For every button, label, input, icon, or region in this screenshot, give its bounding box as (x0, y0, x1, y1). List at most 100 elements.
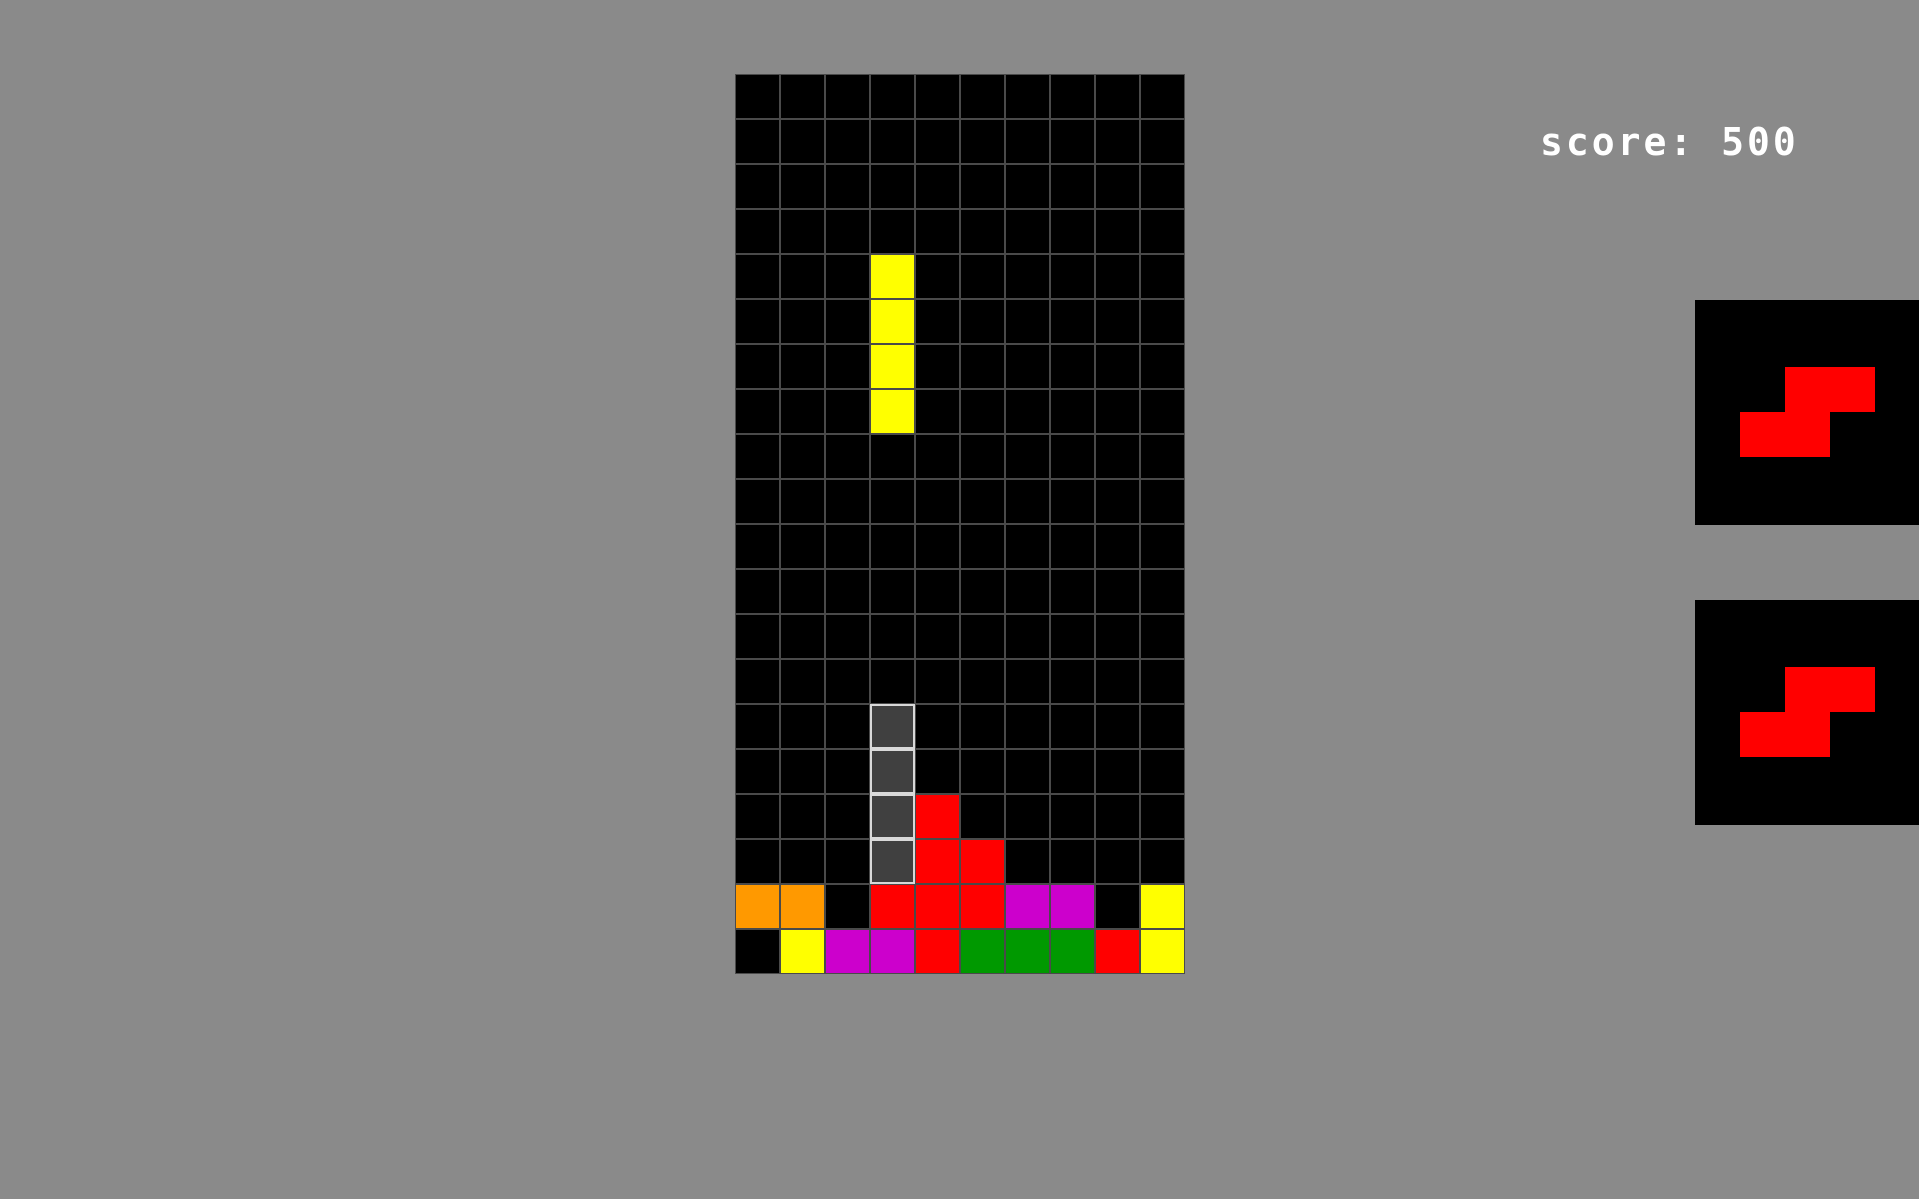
empty-cell (1095, 344, 1140, 389)
empty-cell (870, 569, 915, 614)
empty-cell (1005, 299, 1050, 344)
empty-cell (1050, 794, 1095, 839)
locked-block (915, 884, 960, 929)
empty-cell (870, 524, 915, 569)
empty-cell (825, 749, 870, 794)
empty-cell (1095, 749, 1140, 794)
empty-cell (780, 119, 825, 164)
empty-cell (915, 434, 960, 479)
empty-cell (825, 524, 870, 569)
next-piece-block (1740, 712, 1785, 757)
empty-cell (960, 74, 1005, 119)
empty-cell (915, 299, 960, 344)
next-piece-block (1785, 412, 1830, 457)
empty-cell (870, 479, 915, 524)
empty-cell (735, 839, 780, 884)
empty-cell (735, 794, 780, 839)
empty-cell (1140, 389, 1185, 434)
empty-cell (915, 74, 960, 119)
empty-cell (735, 389, 780, 434)
empty-cell (1050, 434, 1095, 479)
empty-cell (825, 254, 870, 299)
locked-block (1005, 929, 1050, 974)
locked-block (960, 839, 1005, 884)
empty-cell (735, 929, 780, 974)
empty-cell (915, 704, 960, 749)
empty-cell (960, 479, 1005, 524)
empty-cell (870, 74, 915, 119)
empty-cell (780, 614, 825, 659)
empty-cell (960, 299, 1005, 344)
empty-cell (915, 389, 960, 434)
empty-cell (1050, 344, 1095, 389)
active-piece-cell (870, 389, 915, 434)
empty-cell (870, 659, 915, 704)
next-piece-block (1785, 367, 1830, 412)
empty-cell (780, 704, 825, 749)
empty-cell (1140, 254, 1185, 299)
active-piece-cell (870, 344, 915, 389)
empty-cell (1005, 209, 1050, 254)
empty-cell (780, 479, 825, 524)
empty-cell (825, 74, 870, 119)
playfield (735, 74, 1185, 974)
empty-cell (825, 344, 870, 389)
empty-cell (780, 569, 825, 614)
empty-cell (1050, 704, 1095, 749)
empty-cell (915, 659, 960, 704)
empty-cell (915, 254, 960, 299)
empty-cell (1005, 569, 1050, 614)
empty-cell (825, 164, 870, 209)
empty-cell (1140, 569, 1185, 614)
empty-cell (825, 209, 870, 254)
empty-cell (780, 209, 825, 254)
empty-cell (870, 614, 915, 659)
empty-cell (1095, 164, 1140, 209)
active-piece-cell (870, 299, 915, 344)
empty-cell (1140, 434, 1185, 479)
locked-block (870, 929, 915, 974)
empty-cell (915, 749, 960, 794)
empty-cell (1140, 704, 1185, 749)
empty-cell (960, 569, 1005, 614)
score-display: score: 500 (1540, 120, 1799, 164)
empty-cell (735, 299, 780, 344)
empty-cell (1005, 164, 1050, 209)
empty-cell (1095, 794, 1140, 839)
empty-cell (915, 119, 960, 164)
empty-cell (960, 164, 1005, 209)
empty-cell (1050, 569, 1095, 614)
locked-block (1140, 929, 1185, 974)
empty-cell (1050, 659, 1095, 704)
empty-cell (960, 524, 1005, 569)
empty-cell (1050, 614, 1095, 659)
empty-cell (915, 479, 960, 524)
empty-cell (1140, 524, 1185, 569)
empty-cell (735, 74, 780, 119)
empty-cell (1005, 614, 1050, 659)
empty-cell (735, 569, 780, 614)
empty-cell (780, 299, 825, 344)
empty-cell (780, 74, 825, 119)
empty-cell (960, 614, 1005, 659)
locked-block (915, 929, 960, 974)
next-piece-preview-2 (1695, 600, 1919, 825)
locked-block (780, 929, 825, 974)
empty-cell (825, 794, 870, 839)
empty-cell (825, 659, 870, 704)
empty-cell (1005, 74, 1050, 119)
empty-cell (960, 659, 1005, 704)
empty-cell (1095, 704, 1140, 749)
empty-cell (1050, 254, 1095, 299)
empty-cell (1050, 209, 1095, 254)
locked-block (825, 929, 870, 974)
locked-block (1005, 884, 1050, 929)
empty-cell (825, 389, 870, 434)
empty-cell (960, 254, 1005, 299)
locked-block (915, 794, 960, 839)
next-piece-block (1740, 412, 1785, 457)
empty-cell (735, 254, 780, 299)
empty-cell (735, 344, 780, 389)
empty-cell (1005, 254, 1050, 299)
empty-cell (1005, 119, 1050, 164)
